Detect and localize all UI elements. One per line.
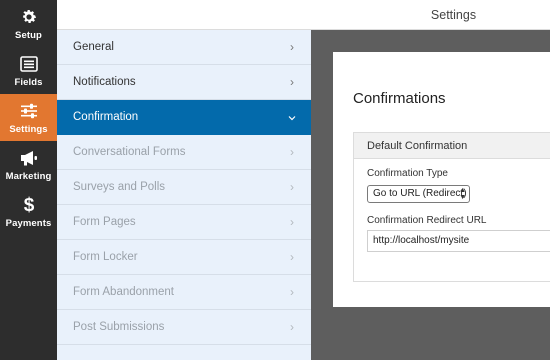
- chevron-right-icon: ›: [290, 215, 294, 229]
- menu-item-label: General: [73, 41, 114, 53]
- menu-item-form-abandonment[interactable]: Form Abandonment ›: [57, 275, 311, 310]
- menu-item-notifications[interactable]: Notifications ›: [57, 65, 311, 100]
- section-header[interactable]: Default Confirmation: [354, 133, 550, 159]
- chevron-right-icon: ›: [290, 75, 294, 89]
- sidebar-item-label: Setup: [15, 29, 42, 41]
- builder-sidebar: Setup Fields Settings Marketing $ Paymen…: [0, 0, 57, 360]
- chevron-right-icon: ›: [290, 285, 294, 299]
- confirmations-panel: Confirmations Default Confirmation Confi…: [333, 52, 550, 307]
- menu-item-form-locker[interactable]: Form Locker ›: [57, 240, 311, 275]
- panel-title: Confirmations: [353, 90, 446, 107]
- menu-item-general[interactable]: General ›: [57, 30, 311, 65]
- sidebar-item-marketing[interactable]: Marketing: [0, 141, 57, 188]
- redirect-url-input[interactable]: http://localhost/mysite: [367, 230, 550, 252]
- svg-text:$: $: [23, 195, 34, 215]
- redirect-url-label: Confirmation Redirect URL: [367, 215, 487, 226]
- dollar-icon: $: [19, 195, 39, 215]
- default-confirmation-section: Default Confirmation Confirmation Type G…: [353, 132, 550, 282]
- megaphone-icon: [19, 148, 39, 168]
- chevron-right-icon: ›: [290, 40, 294, 54]
- sidebar-item-label: Fields: [14, 76, 43, 88]
- chevron-right-icon: ›: [290, 320, 294, 334]
- select-arrows-icon: ▲ ▼: [459, 187, 466, 201]
- sidebar-item-settings[interactable]: Settings: [0, 94, 57, 141]
- menu-item-label: Post Submissions: [73, 321, 165, 333]
- menu-item-form-pages[interactable]: Form Pages ›: [57, 205, 311, 240]
- chevron-right-icon: ›: [290, 180, 294, 194]
- sidebar-item-label: Payments: [5, 217, 52, 229]
- sidebar-item-label: Settings: [9, 123, 48, 135]
- chevron-down-icon: [287, 110, 297, 124]
- fields-icon: [19, 54, 39, 74]
- sidebar-item-payments[interactable]: $ Payments: [0, 188, 57, 235]
- menu-item-label: Conversational Forms: [73, 146, 186, 158]
- chevron-right-icon: ›: [290, 145, 294, 159]
- chevron-right-icon: ›: [290, 250, 294, 264]
- menu-item-label: Form Pages: [73, 216, 136, 228]
- sidebar-item-setup[interactable]: Setup: [0, 0, 57, 47]
- menu-item-label: Confirmation: [73, 111, 139, 123]
- content-area: Confirmations Default Confirmation Confi…: [311, 30, 550, 360]
- sidebar-item-label: Marketing: [5, 170, 52, 182]
- confirmation-type-select[interactable]: Go to URL (Redirect) ▲ ▼: [367, 185, 470, 203]
- confirmation-type-label: Confirmation Type: [367, 168, 448, 179]
- settings-menu: General › Notifications › Confirmation C…: [57, 30, 311, 360]
- menu-item-label: Form Locker: [73, 251, 138, 263]
- menu-item-conversational-forms[interactable]: Conversational Forms ›: [57, 135, 311, 170]
- menu-item-label: Surveys and Polls: [73, 181, 166, 193]
- menu-item-post-submissions[interactable]: Post Submissions ›: [57, 310, 311, 345]
- menu-item-label: Notifications: [73, 76, 136, 88]
- menu-item-label: Form Abandonment: [73, 286, 175, 298]
- menu-item-confirmation[interactable]: Confirmation: [57, 100, 311, 135]
- menu-item-surveys-and-polls[interactable]: Surveys and Polls ›: [57, 170, 311, 205]
- gear-icon: [19, 7, 39, 27]
- select-value: Go to URL (Redirect): [373, 188, 467, 199]
- sidebar-item-fields[interactable]: Fields: [0, 47, 57, 94]
- top-bar: Settings: [57, 0, 550, 30]
- page-title: Settings: [430, 8, 477, 22]
- sliders-icon: [19, 101, 39, 121]
